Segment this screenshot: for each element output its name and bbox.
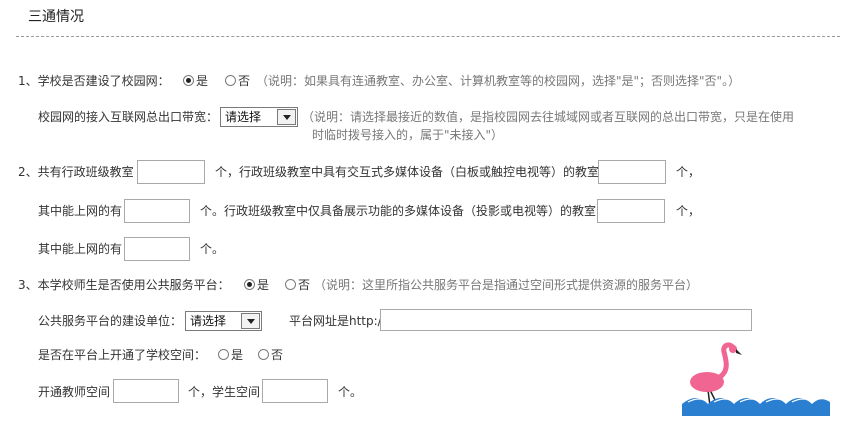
chevron-down-icon: [277, 109, 296, 125]
interactive-online-input[interactable]: [124, 199, 190, 223]
q3-no-radio[interactable]: [285, 279, 296, 290]
section-title: 三通情况: [28, 9, 84, 25]
student-space-label: 个，学生空间: [188, 385, 261, 399]
section-divider: [16, 36, 840, 37]
q1-no-option[interactable]: 否: [225, 73, 250, 89]
display-classrooms-label: 个。行政班级教室中仅具备展示功能的多媒体设备（投影或电视等）的教室: [200, 204, 597, 218]
q3-no-label: 否: [298, 278, 311, 292]
q3-label: 3、本学校师生是否使用公共服务平台：: [18, 278, 230, 292]
platform-url-label: 平台网址是http://: [289, 314, 386, 328]
q1-yes-label: 是: [196, 74, 209, 88]
chevron-down-icon: [241, 313, 260, 329]
bandwidth-note-line1: （说明：请选择最接近的数值，是指校园网去往城域网或者互联网的总出口带宽，只是在使…: [302, 110, 795, 124]
platform-unit-label: 公共服务平台的建设单位：: [38, 314, 183, 328]
q1-no-label: 否: [238, 74, 251, 88]
flamingo-beak: [736, 349, 742, 355]
platform-url-input[interactable]: [380, 309, 752, 331]
platform-unit-select-value: 请选择: [190, 314, 227, 328]
total-classrooms-input[interactable]: [137, 160, 205, 184]
q1-no-radio[interactable]: [225, 75, 236, 86]
unit-label: 个，: [676, 165, 701, 179]
q3-yes-option[interactable]: 是: [244, 277, 269, 293]
space-yes-label: 是: [231, 348, 244, 362]
q2-label: 2、共有行政班级教室: [18, 165, 134, 179]
teacher-space-label: 开通教师空间: [38, 385, 111, 399]
space-yes-option[interactable]: 是: [218, 347, 243, 363]
bandwidth-select-value: 请选择: [225, 110, 262, 124]
interactive-online-label: 其中能上网的有: [38, 204, 123, 218]
bandwidth-note-line2: 时临时拨号接入的，属于"未接入"）: [312, 128, 504, 142]
space-no-label: 否: [271, 348, 284, 362]
q3-note: （说明：这里所指公共服务平台是指通过空间形式提供资源的服务平台）: [314, 278, 699, 292]
interactive-classrooms-label: 个，行政班级教室中具有交互式多媒体设备（白板或触控电视等）的教室: [215, 165, 600, 179]
q3-yes-label: 是: [257, 278, 270, 292]
flamingo-logo-icon: [682, 342, 830, 416]
flamingo-head: [729, 345, 737, 353]
school-space-label: 是否在平台上开通了学校空间：: [38, 348, 207, 362]
teacher-space-input[interactable]: [113, 379, 179, 403]
platform-unit-select[interactable]: 请选择: [185, 311, 262, 331]
display-online-label: 其中能上网的有: [38, 242, 123, 256]
space-no-radio[interactable]: [258, 349, 269, 360]
q3-yes-radio[interactable]: [244, 279, 255, 290]
q1-label: 1、学校是否建设了校园网：: [18, 74, 170, 88]
interactive-classrooms-input[interactable]: [598, 160, 666, 184]
student-space-input[interactable]: [262, 379, 328, 403]
space-yes-radio[interactable]: [218, 349, 229, 360]
unit-label: 个。: [338, 385, 363, 399]
q1-yes-option[interactable]: 是: [183, 73, 208, 89]
q1-yes-radio[interactable]: [183, 75, 194, 86]
display-classrooms-input[interactable]: [597, 199, 665, 223]
q3-no-option[interactable]: 否: [285, 277, 310, 293]
space-no-option[interactable]: 否: [258, 347, 283, 363]
q1-note: （说明：如果具有连通教室、办公室、计算机教室等的校园网，选择"是"；否则选择"否…: [256, 74, 741, 88]
unit-label: 个，: [676, 204, 701, 218]
bandwidth-label: 校园网的接入互联网总出口带宽：: [38, 110, 219, 124]
display-online-input[interactable]: [124, 237, 190, 261]
bandwidth-select[interactable]: 请选择: [220, 107, 298, 127]
unit-label: 个。: [200, 242, 225, 256]
